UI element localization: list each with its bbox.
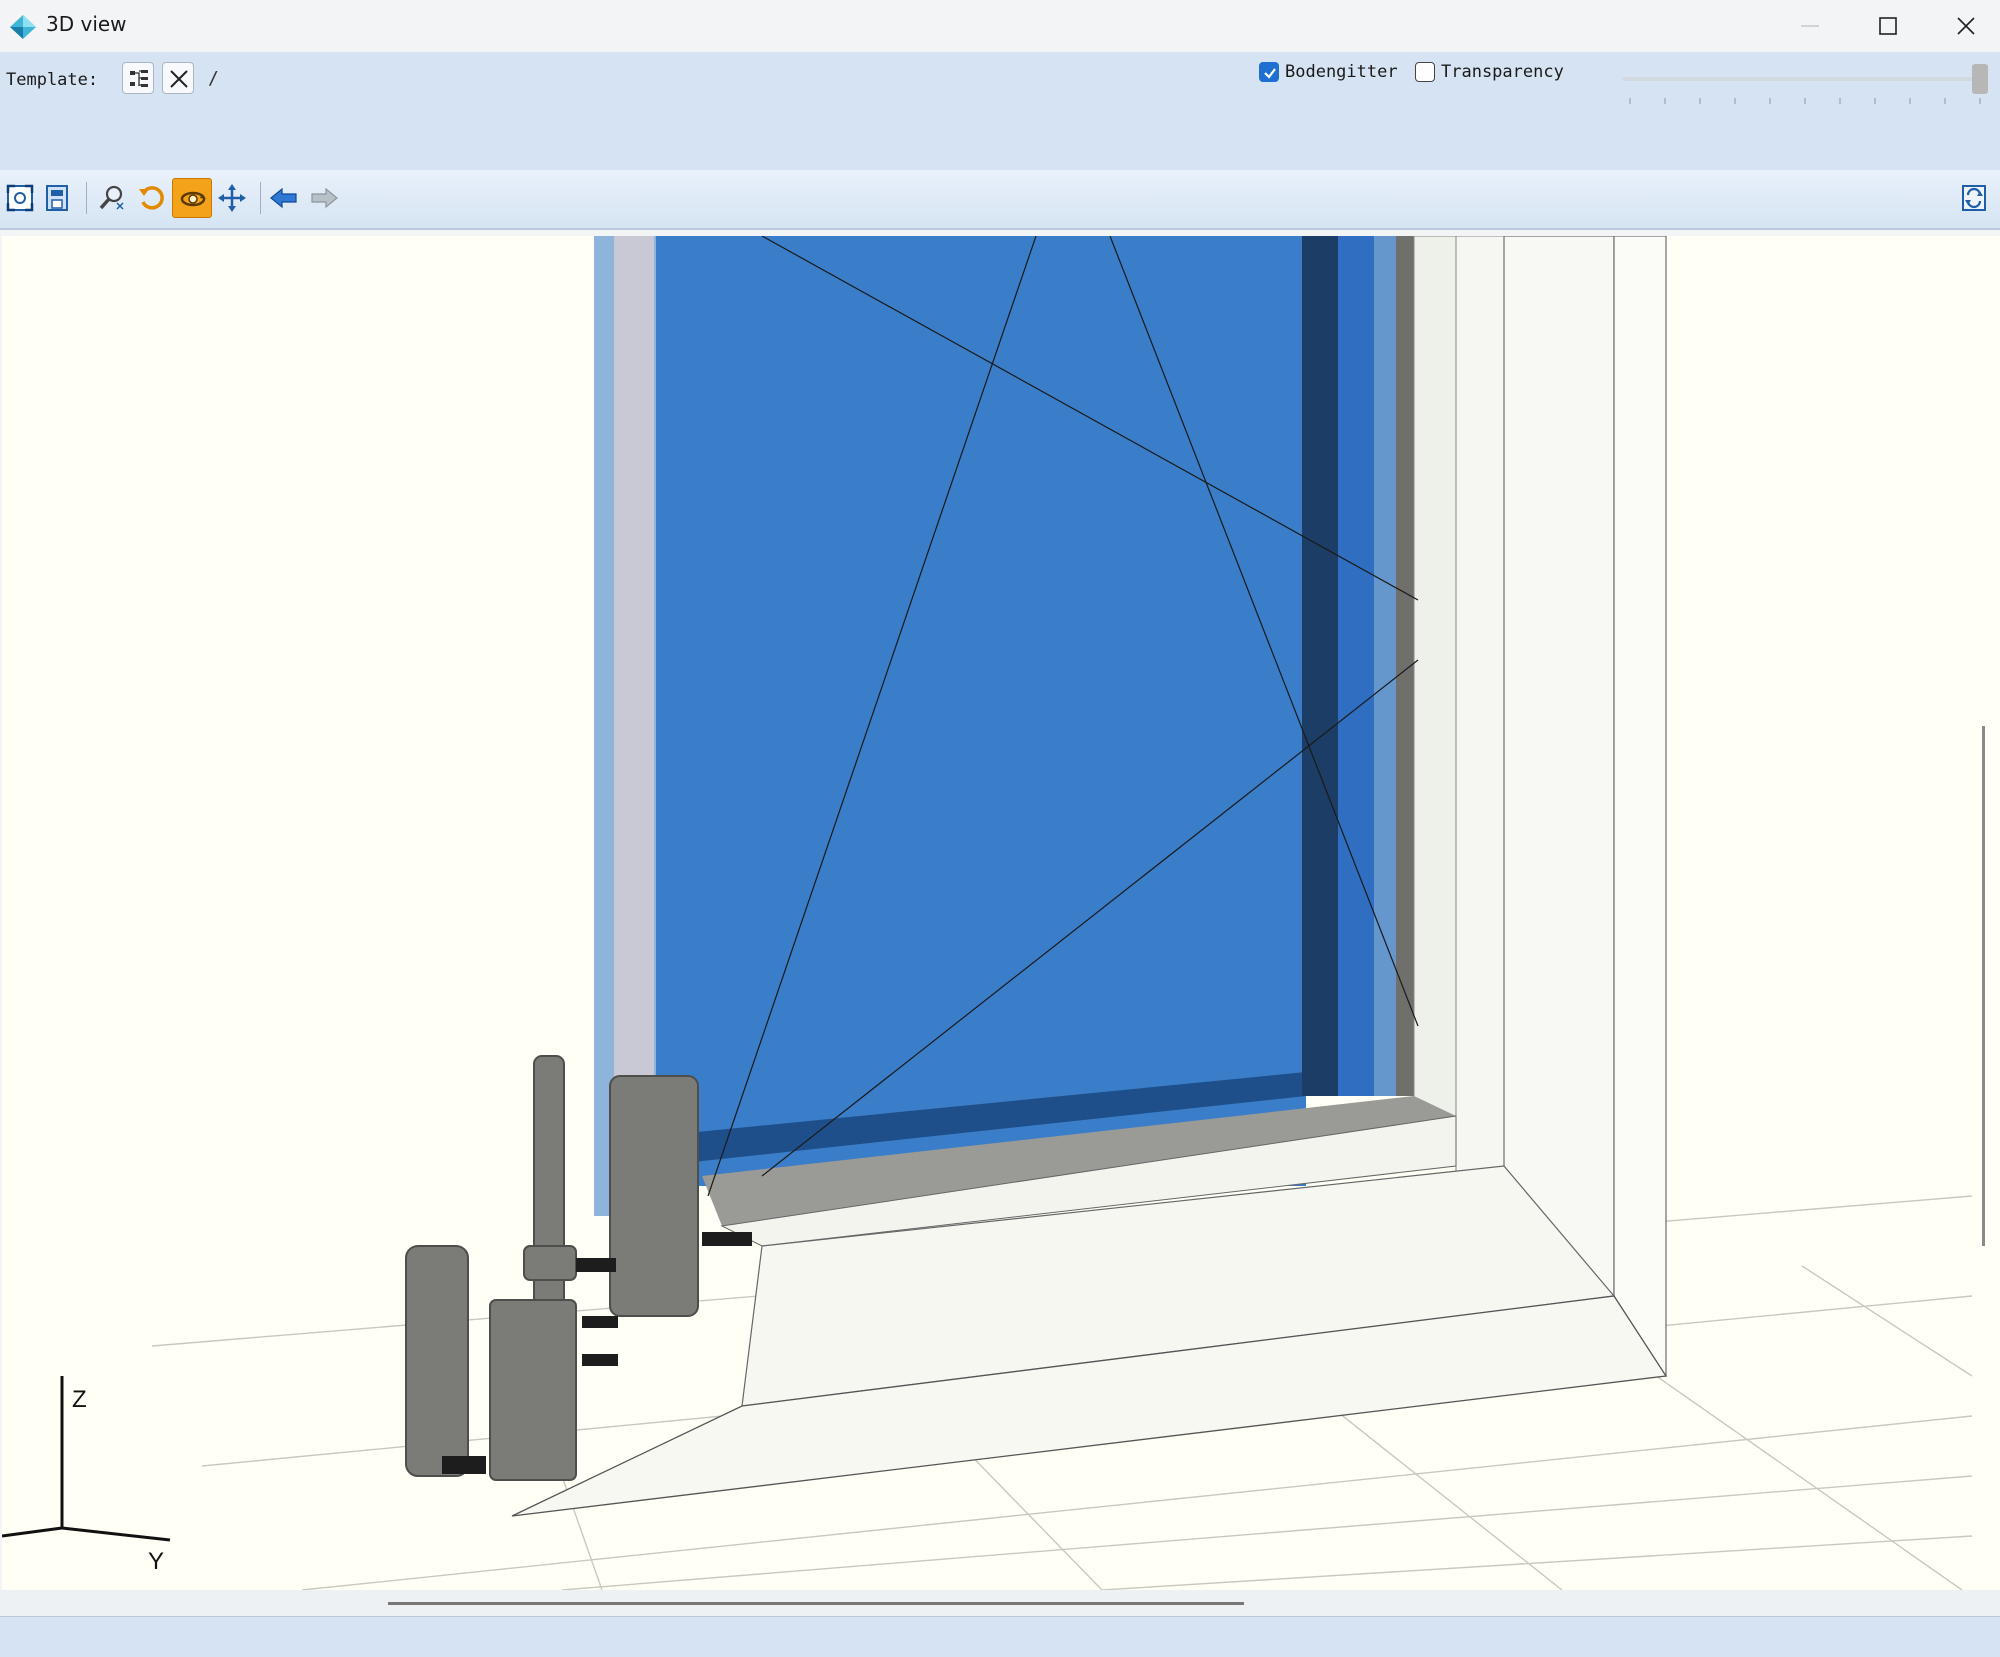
status-bar xyxy=(0,1616,2000,1657)
view-toolbar xyxy=(0,170,2000,230)
close-icon xyxy=(1957,17,1975,35)
diamond-app-icon xyxy=(10,15,36,39)
window-title: 3D view xyxy=(46,12,127,36)
refresh-view-button[interactable] xyxy=(1954,178,1994,218)
zoom-icon xyxy=(99,185,124,210)
3d-viewport[interactable]: Z Y xyxy=(2,236,1972,1590)
vertical-scrollbar[interactable] xyxy=(1972,236,2000,1590)
template-label: Template: xyxy=(6,70,99,90)
bodengitter-label: Bodengitter xyxy=(1285,62,1398,82)
template-clear-button[interactable] xyxy=(162,62,194,94)
zoom-extents-icon xyxy=(6,184,34,212)
title-bar: 3D view xyxy=(0,0,2000,52)
z-axis-label: Z xyxy=(72,1386,87,1413)
minimize-button[interactable] xyxy=(1772,0,1848,52)
template-tree-icon xyxy=(130,70,148,87)
toolbar-separator xyxy=(260,182,261,214)
transparency-slider-thumb[interactable] xyxy=(1972,64,1988,94)
maximize-button[interactable] xyxy=(1850,0,1926,52)
transparency-slider-track[interactable] xyxy=(1622,77,1980,81)
template-select-button[interactable] xyxy=(122,62,154,94)
rotate-button[interactable] xyxy=(132,178,172,218)
clear-x-icon xyxy=(170,70,188,88)
frame-vertical-3 xyxy=(1503,236,1615,1297)
bodengitter-checkbox[interactable] xyxy=(1259,62,1279,82)
slider-ticks xyxy=(1629,98,1981,104)
forward-button[interactable] xyxy=(304,178,344,218)
transparency-label: Transparency xyxy=(1441,62,1564,82)
close-button[interactable] xyxy=(1928,0,2000,52)
pan-button[interactable] xyxy=(212,178,252,218)
refresh-view-icon xyxy=(1962,185,1986,211)
frame-vertical-4 xyxy=(1613,236,1667,1377)
minimize-icon xyxy=(1801,25,1819,27)
checkmark-icon xyxy=(1264,68,1276,79)
back-arrow-icon xyxy=(270,187,297,209)
window-profile-3d-model xyxy=(2,236,1972,1590)
maximize-icon xyxy=(1879,17,1897,35)
profile-end-caps xyxy=(405,1055,699,1481)
save-view-icon xyxy=(46,185,68,211)
vertical-scroll-thumb[interactable] xyxy=(1982,726,1985,1246)
options-panel xyxy=(0,52,2000,170)
y-axis-label: Y xyxy=(148,1548,165,1575)
sash-dark-band xyxy=(1302,236,1338,1096)
template-value: / xyxy=(208,68,219,89)
frame-vertical xyxy=(1413,236,1457,1167)
sash-blue-band xyxy=(1338,236,1374,1096)
horizontal-scroll-thumb[interactable] xyxy=(388,1602,1244,1605)
glass-edge xyxy=(614,236,654,1216)
back-button[interactable] xyxy=(264,178,304,218)
horizontal-scrollbar[interactable] xyxy=(0,1590,2000,1616)
pan-icon xyxy=(218,184,246,212)
sash-light-band xyxy=(1374,236,1396,1096)
orbit-button[interactable] xyxy=(172,178,212,218)
toolbar-separator xyxy=(86,182,87,214)
orbit-icon xyxy=(180,191,206,207)
forward-arrow-icon xyxy=(311,187,338,209)
zoom-button[interactable] xyxy=(92,178,132,218)
transparency-checkbox[interactable] xyxy=(1415,62,1435,82)
save-view-button[interactable] xyxy=(38,178,78,218)
rotate-icon xyxy=(139,186,164,210)
zoom-extents-button[interactable] xyxy=(0,178,40,218)
glass-panel xyxy=(656,236,1306,1186)
frame-vertical-2 xyxy=(1455,236,1505,1217)
